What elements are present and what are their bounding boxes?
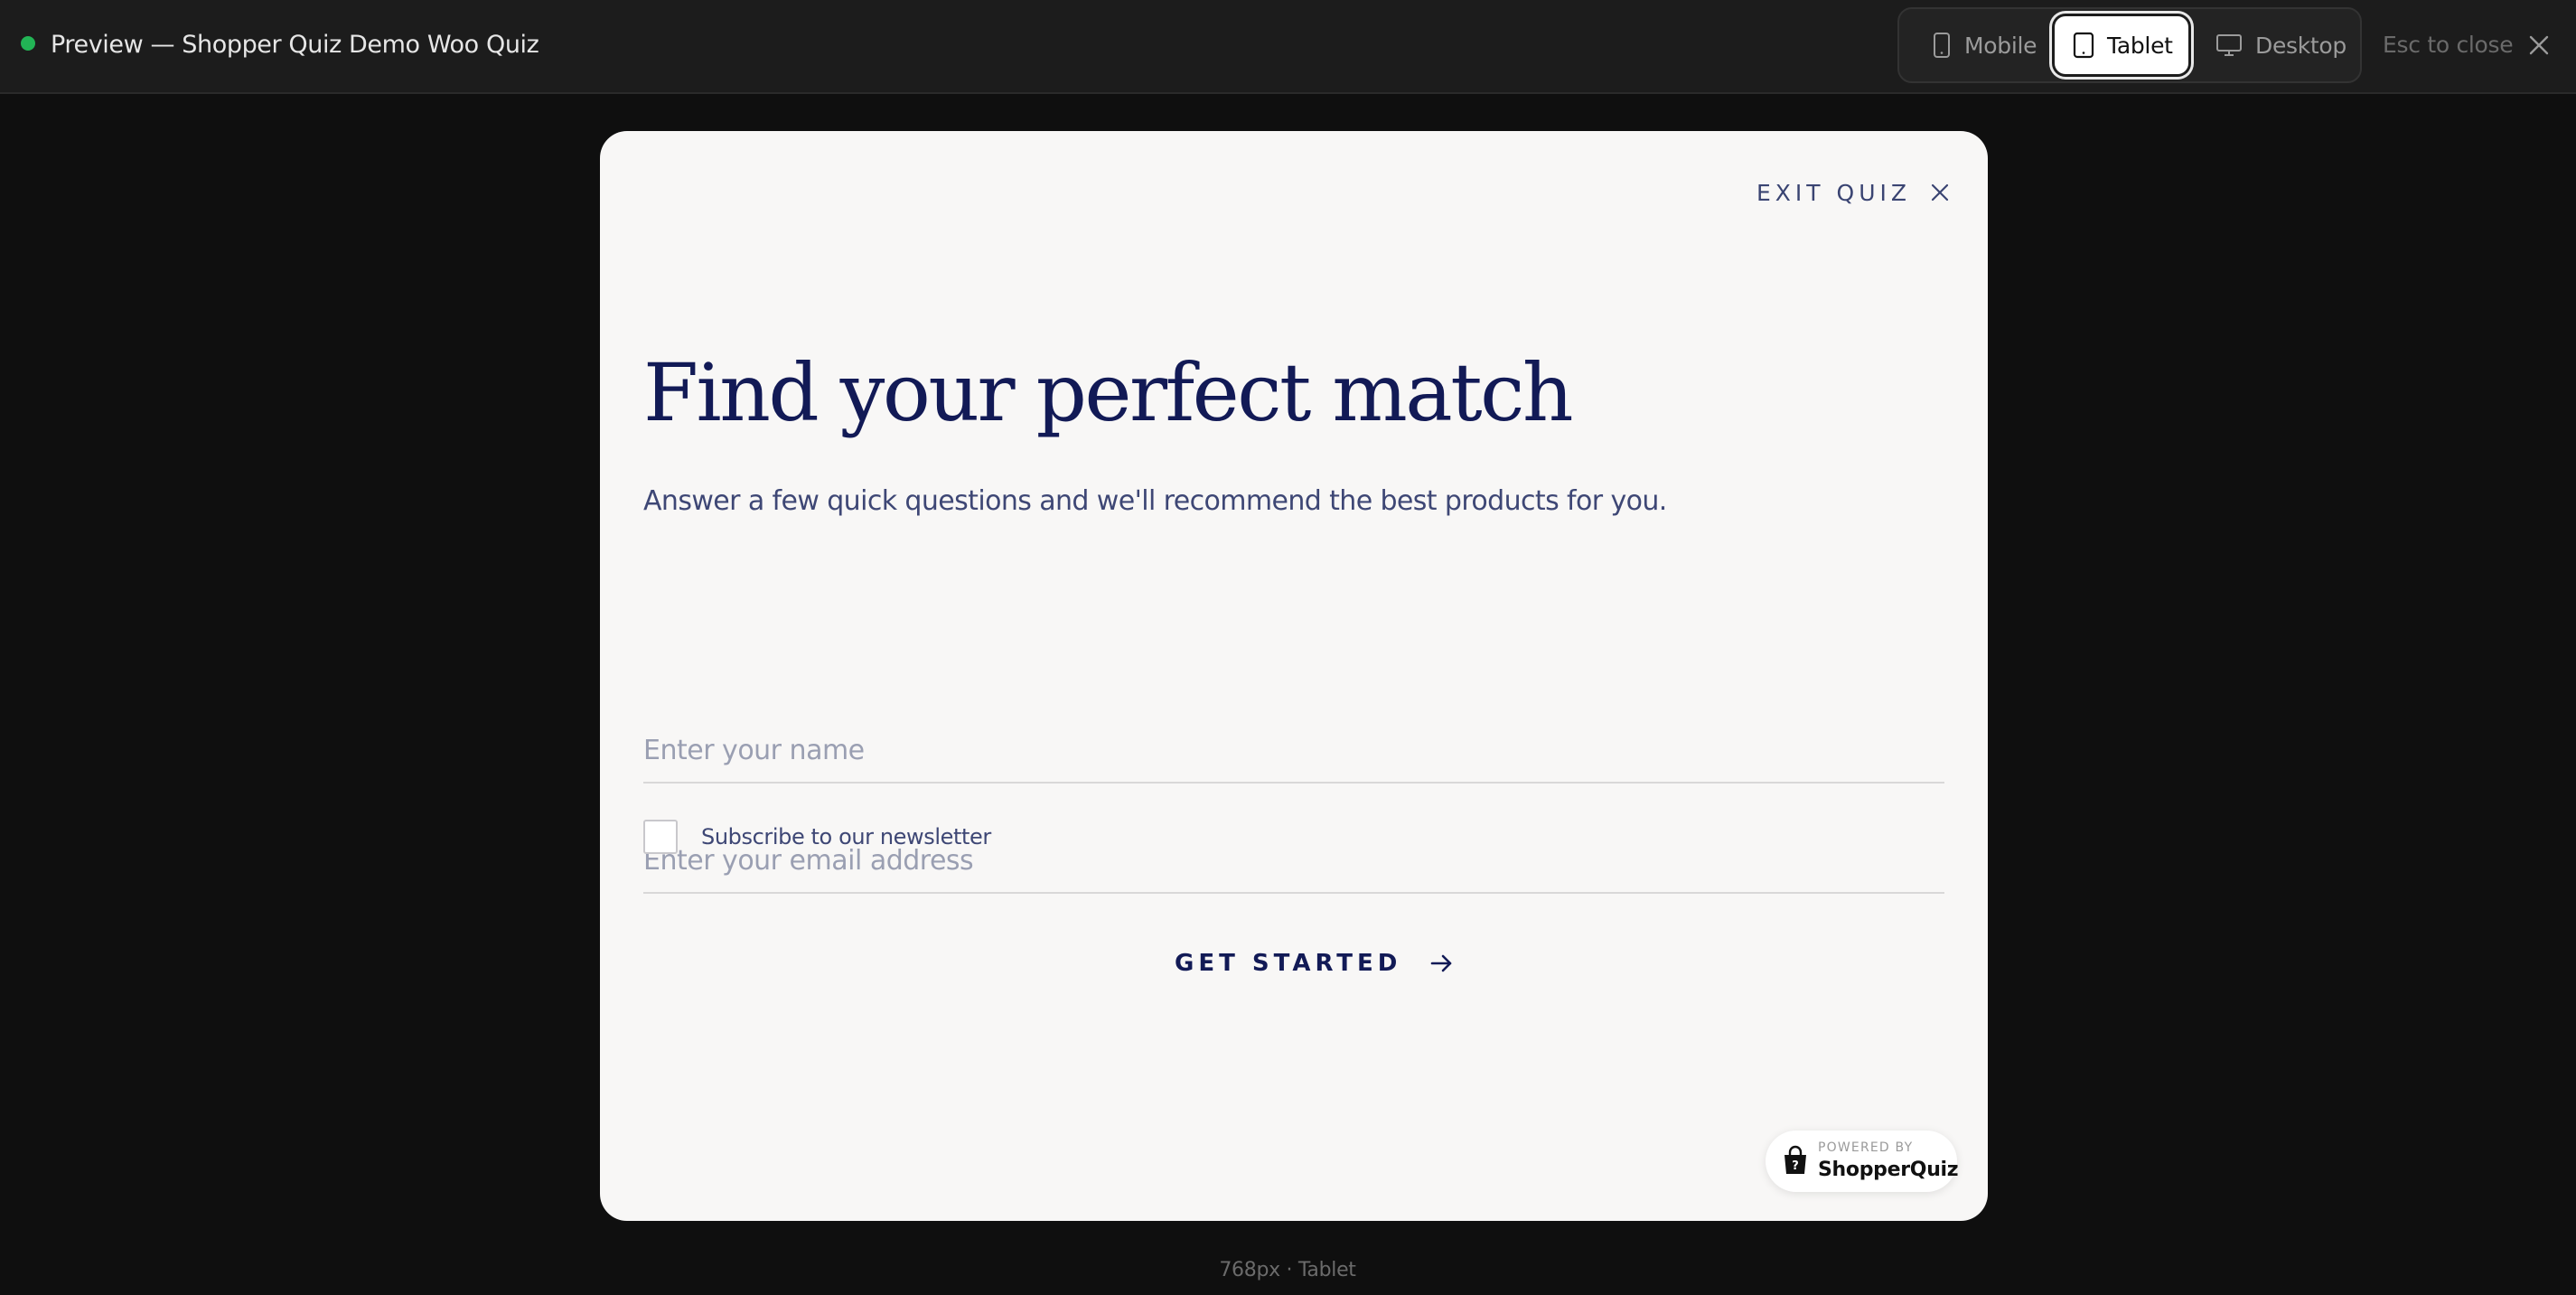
device-switcher: Mobile Tablet Desktop — [1897, 7, 2362, 83]
device-button-desktop[interactable]: Desktop — [2197, 16, 2358, 74]
name-input[interactable] — [643, 718, 1944, 784]
quiz-subtitle: Answer a few quick questions and we'll r… — [643, 485, 1667, 517]
device-button-mobile-label: Mobile — [1964, 32, 2037, 59]
close-preview-button[interactable] — [2523, 29, 2555, 61]
status-indicator — [21, 36, 35, 51]
esc-hint: Esc to close — [2383, 32, 2514, 58]
svg-text:?: ? — [1792, 1159, 1799, 1173]
window-title: Preview — Shopper Quiz Demo Woo Quiz — [51, 31, 539, 59]
exit-quiz-button[interactable]: EXIT QUIZ — [1756, 174, 1949, 211]
get-started-label: GET STARTED — [1175, 950, 1402, 977]
preview-toolbar: Preview — Shopper Quiz Demo Woo Quiz Mob… — [0, 0, 2576, 94]
viewport-caption: 768px · Tablet — [1219, 1259, 1356, 1281]
exit-quiz-label: EXIT QUIZ — [1756, 179, 1911, 206]
device-button-tablet[interactable]: Tablet — [2055, 16, 2188, 74]
quiz-headline: Find your perfect match — [643, 346, 1574, 439]
powered-by-label: POWERED BY — [1818, 1140, 1914, 1155]
powered-by-badge[interactable]: ? POWERED BY ShopperQuiz — [1766, 1131, 1959, 1192]
tablet-icon — [2073, 32, 2094, 59]
newsletter-checkbox[interactable] — [643, 820, 678, 854]
get-started-button[interactable]: GET STARTED — [1175, 941, 1454, 986]
shopping-bag-icon: ? — [1784, 1145, 1806, 1174]
monitor-icon — [2216, 34, 2242, 56]
close-icon — [1931, 183, 1949, 202]
newsletter-label: Subscribe to our newsletter — [701, 824, 991, 849]
device-button-mobile[interactable]: Mobile — [1914, 16, 2058, 74]
device-button-desktop-label: Desktop — [2255, 32, 2347, 59]
phone-icon — [1934, 33, 1950, 58]
powered-by-brand: ShopperQuiz — [1818, 1159, 1959, 1181]
close-icon — [2529, 35, 2549, 55]
quiz-card: EXIT QUIZ Find your perfect match Answer… — [600, 131, 1988, 1221]
device-button-tablet-label: Tablet — [2107, 32, 2173, 59]
arrow-right-icon — [1431, 954, 1452, 972]
